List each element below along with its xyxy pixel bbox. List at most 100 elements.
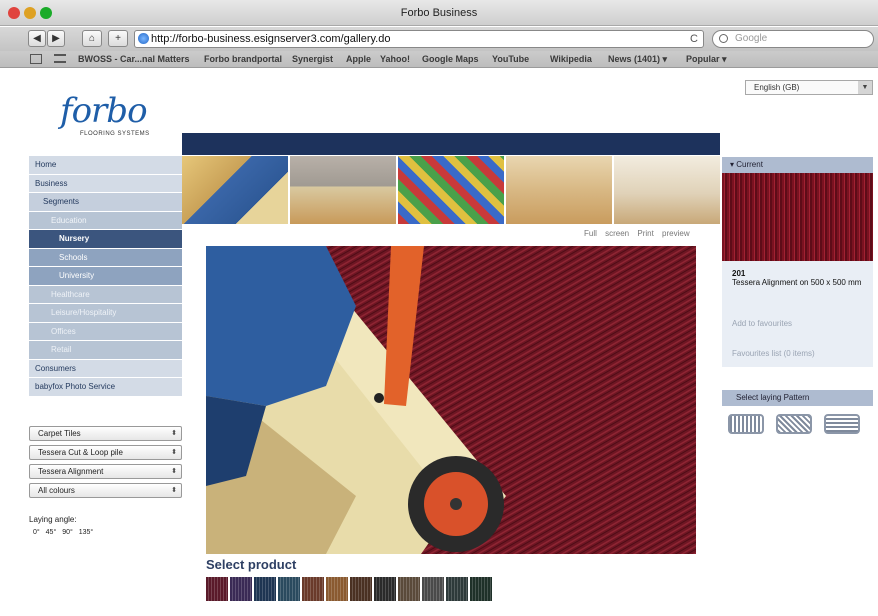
laying-pattern-options [728,414,868,434]
updown-arrow-icon: ⬍ [171,468,177,475]
angle-option[interactable]: 0° [33,529,40,536]
nav-item-nursery[interactable]: Nursery [29,230,182,249]
bookmarks-bar: BWOSS - Car...nal Matters Forbo brandpor… [0,51,878,68]
favourites-list-link[interactable]: Favourites list (0 items) [732,349,815,358]
range-select[interactable]: Tessera Alignment ⬍ [29,464,182,479]
window-title: Forbo Business [400,7,478,19]
title-bar: Forbo Business [0,0,878,26]
language-value: English (GB) [754,83,800,92]
reload-button[interactable]: C [690,31,698,47]
nav-item-business[interactable]: Business [29,174,182,193]
nav-item-university[interactable]: University [29,267,182,286]
bookmark-item[interactable]: BWOSS - Car...nal Matters [78,54,190,64]
bookmark-item[interactable]: News (1401) ▾ [608,54,667,65]
product-name: Tessera Alignment on 500 x 500 mm [732,278,862,287]
product-swatch[interactable] [422,577,445,601]
add-to-favourites-link[interactable]: Add to favourites [732,319,792,328]
nursery-photo [206,246,696,554]
bookmark-item[interactable]: Synergist [292,54,333,64]
web-page: forbo FLOORING SYSTEMS English (GB) ▼ Ho… [0,69,878,616]
product-swatch[interactable] [230,577,253,601]
bookmark-item[interactable]: YouTube [492,54,529,64]
current-heading-label: Current [736,160,763,169]
product-swatch[interactable] [326,577,349,601]
header-photo [290,156,396,224]
nav-item-schools[interactable]: Schools [29,248,182,267]
angle-option[interactable]: 45° [46,529,57,536]
angle-option[interactable]: 90° [62,529,73,536]
triangle-down-icon: ▾ [730,160,735,169]
full-screen-link[interactable]: Full screen [584,229,629,238]
select-value: All colours [38,486,75,495]
product-swatch[interactable] [278,577,301,601]
language-select[interactable]: English (GB) ▼ [745,80,873,95]
nav-item-home[interactable]: Home [29,156,182,175]
header-photo [182,156,288,224]
laying-pattern-heading: Select laying Pattern [722,390,873,406]
filter-selects: Carpet Tiles ⬍ Tessera Cut & Loop pile ⬍… [29,426,182,502]
product-swatch[interactable] [206,577,229,601]
bookmark-item[interactable]: Popular ▾ [686,54,727,65]
nav-item-retail[interactable]: Retail [29,341,182,360]
browser-window: Forbo Business ◀ ▶ ⌂ + http://forbo-busi… [0,0,878,616]
forward-button[interactable]: ▶ [47,30,65,47]
search-input[interactable]: Google [712,30,874,48]
select-product-title: Select product [206,557,297,572]
current-product-thumbnail [722,173,873,261]
product-swatch[interactable] [470,577,493,601]
header-photo [506,156,612,224]
updown-arrow-icon: ⬍ [171,487,177,494]
header-photo [614,156,720,224]
current-product-details: 201 Tessera Alignment on 500 x 500 mm Ad… [722,261,873,367]
chevron-down-icon: ▼ [858,81,872,94]
bookmark-item[interactable]: Google Maps [422,54,479,64]
product-swatch[interactable] [350,577,373,601]
colour-select[interactable]: All colours ⬍ [29,483,182,498]
nav-item-education[interactable]: Education [29,211,182,230]
product-swatch[interactable] [398,577,421,601]
address-bar[interactable]: http://forbo-business.esignserver3.com/g… [134,30,704,48]
bookmark-item[interactable]: Wikipedia [550,54,592,64]
logo-subtitle: FLOORING SYSTEMS [80,131,150,137]
home-button[interactable]: ⌂ [82,30,102,47]
product-swatches [206,577,496,601]
back-button[interactable]: ◀ [28,30,46,47]
search-placeholder: Google [735,33,768,44]
forbo-logo[interactable]: forbo [60,91,148,131]
print-preview-link[interactable]: Print preview [637,229,689,238]
sidebar-nav: Home Business Segments Education Nursery… [29,156,182,397]
bookmark-item[interactable]: Apple [346,54,371,64]
nav-item-offices[interactable]: Offices [29,322,182,341]
angle-option[interactable]: 135° [79,529,93,536]
updown-arrow-icon: ⬍ [171,430,177,437]
browser-toolbar: ◀ ▶ ⌂ + http://forbo-business.esignserve… [0,27,878,51]
bookmark-item[interactable]: Forbo brandportal [204,54,282,64]
collection-select[interactable]: Tessera Cut & Loop pile ⬍ [29,445,182,460]
laying-angle-options: 0° 45° 90° 135° [33,529,93,536]
product-swatch[interactable] [446,577,469,601]
product-swatch[interactable] [374,577,397,601]
search-icon [719,34,728,43]
pattern-option-monolithic[interactable] [728,414,764,434]
add-bookmark-button[interactable]: + [108,30,128,47]
url-text: http://forbo-business.esignserver3.com/g… [151,33,391,45]
product-swatch[interactable] [302,577,325,601]
gallery-links: Full screen Print preview [584,229,690,238]
current-heading[interactable]: ▾ Current [722,157,873,173]
header-photo [398,156,504,224]
product-type-select[interactable]: Carpet Tiles ⬍ [29,426,182,441]
book-icon[interactable] [30,54,42,64]
nav-item-consumers[interactable]: Consumers [29,359,182,378]
pattern-option-brick[interactable] [824,414,860,434]
select-value: Tessera Alignment [38,467,104,476]
header-photo-strip [182,156,720,224]
nav-item-leisure[interactable]: Leisure/Hospitality [29,304,182,323]
nav-item-segments[interactable]: Segments [29,193,182,212]
nav-item-photo-service[interactable]: babyfox Photo Service [29,378,182,397]
pattern-option-quarter-turn[interactable] [776,414,812,434]
grid-icon[interactable] [54,54,66,63]
select-value: Carpet Tiles [38,429,81,438]
nav-item-healthcare[interactable]: Healthcare [29,285,182,304]
bookmark-item[interactable]: Yahoo! [380,54,410,64]
product-swatch[interactable] [254,577,277,601]
